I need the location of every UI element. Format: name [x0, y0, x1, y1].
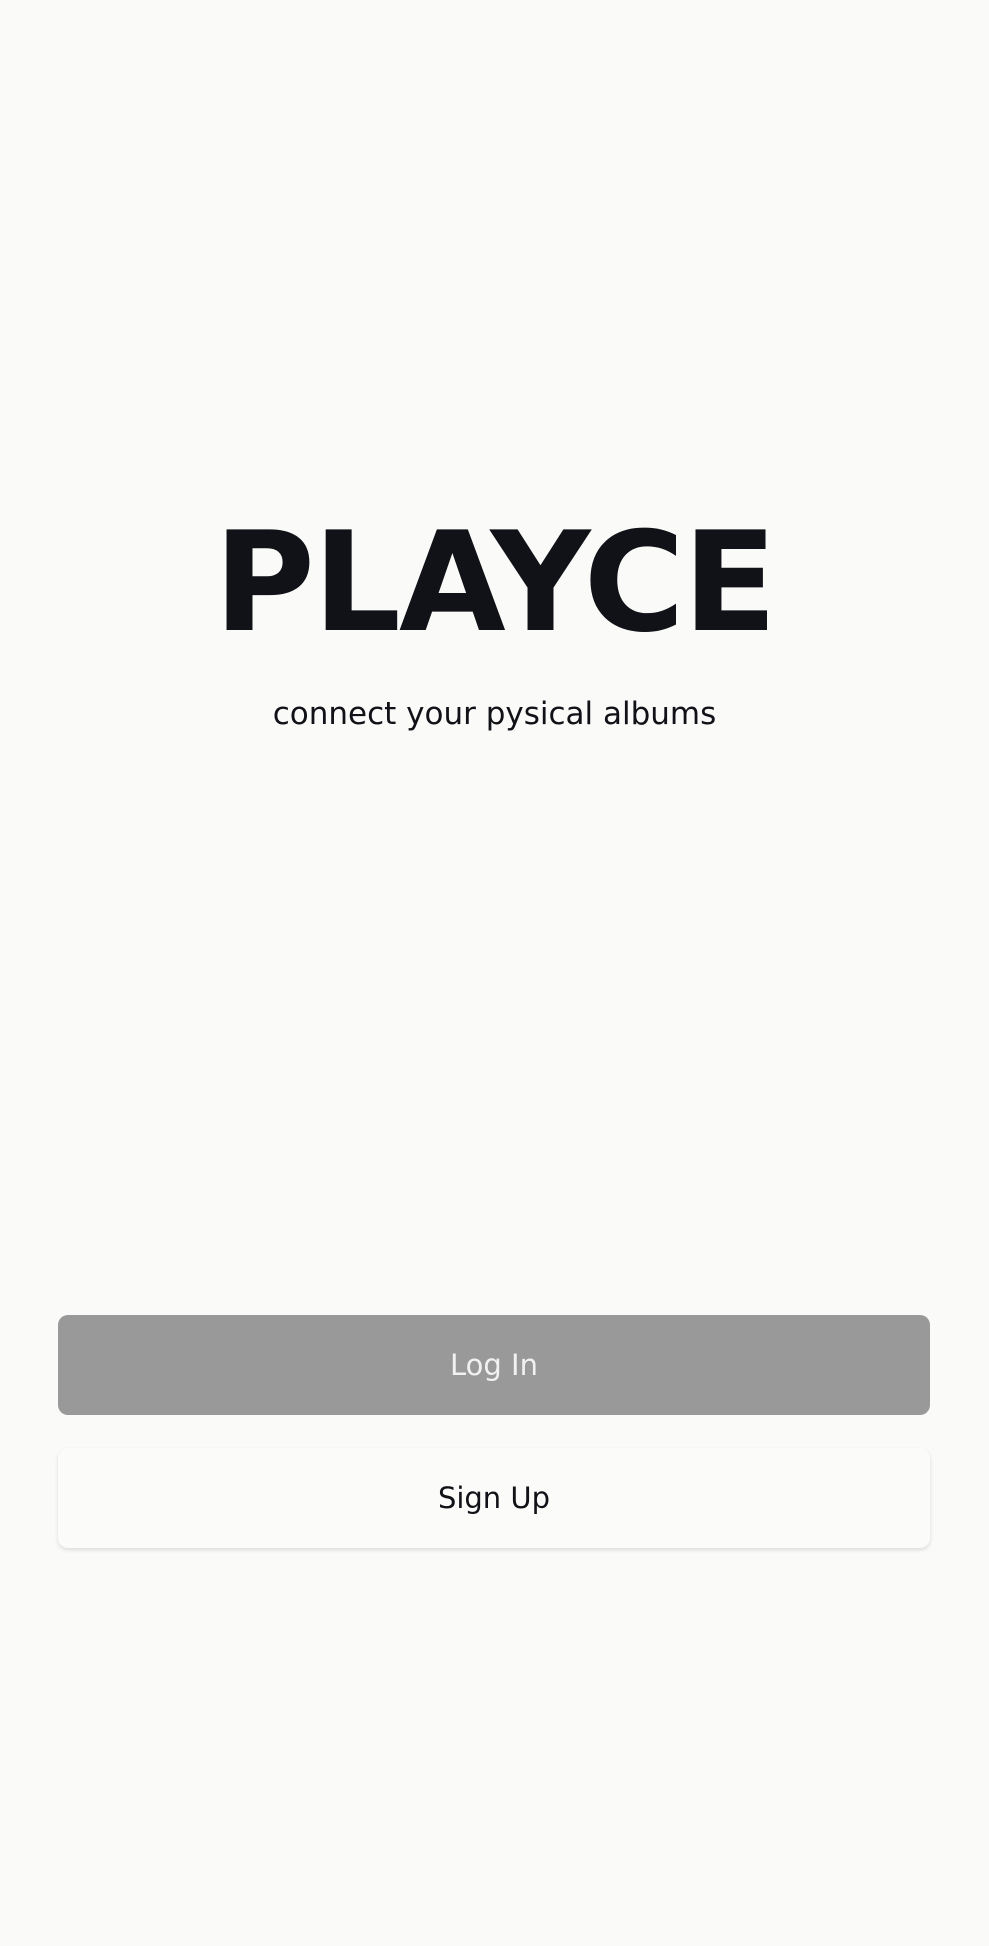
- login-button-label: Log In: [450, 1348, 538, 1382]
- app-title: PLAYCE: [213, 502, 777, 663]
- signup-button[interactable]: Sign Up: [58, 1448, 930, 1548]
- login-button[interactable]: Log In: [58, 1315, 930, 1415]
- signup-button-label: Sign Up: [437, 1481, 551, 1515]
- app-tagline: connect your pysical albums: [272, 696, 717, 732]
